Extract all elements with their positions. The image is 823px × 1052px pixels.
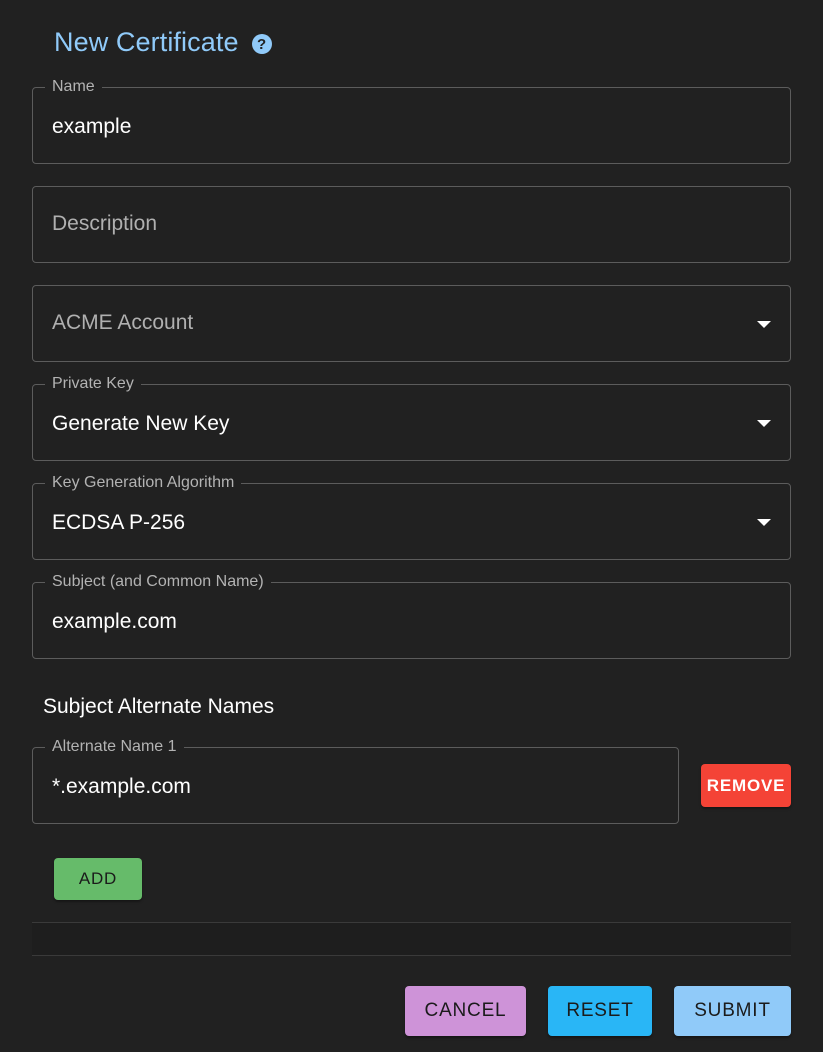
- alternate-name-field[interactable]: Alternate Name 1 *.example.com: [32, 738, 679, 824]
- name-field[interactable]: Name example: [32, 78, 791, 164]
- name-label: Name: [45, 78, 102, 96]
- question-circle-icon[interactable]: ?: [251, 34, 272, 54]
- key-algorithm-select[interactable]: Key Generation Algorithm ECDSA P-256: [32, 474, 791, 560]
- chevron-down-icon[interactable]: [757, 321, 771, 328]
- remove-button[interactable]: REMOVE: [701, 764, 791, 807]
- private-key-select[interactable]: Private Key Generate New Key: [32, 375, 791, 461]
- page-title: New Certificate: [54, 26, 239, 57]
- cancel-button[interactable]: CANCEL: [405, 986, 526, 1036]
- alternate-name-input[interactable]: *.example.com: [52, 774, 191, 800]
- key-algorithm-value: ECDSA P-256: [52, 511, 186, 534]
- private-key-value: Generate New Key: [52, 412, 230, 435]
- key-algorithm-label: Key Generation Algorithm: [45, 474, 242, 492]
- acme-account-placeholder: ACME Account: [52, 311, 194, 334]
- acme-account-select[interactable]: ACME Account: [32, 285, 791, 362]
- new-certificate-form: New Certificate ? Name example Descripti…: [0, 0, 823, 1052]
- submit-button[interactable]: SUBMIT: [674, 986, 791, 1036]
- subject-label: Subject (and Common Name): [45, 573, 271, 591]
- alt-names-heading: Subject Alternate Names: [43, 695, 275, 718]
- subject-input[interactable]: example.com: [52, 609, 177, 635]
- divider: [32, 922, 791, 956]
- add-button[interactable]: ADD: [54, 858, 142, 900]
- title-row: New Certificate ?: [54, 24, 272, 60]
- private-key-label: Private Key: [45, 375, 141, 393]
- reset-button[interactable]: RESET: [548, 986, 652, 1036]
- description-field[interactable]: Description: [32, 186, 791, 263]
- description-input[interactable]: Description: [52, 211, 157, 237]
- alternate-name-label: Alternate Name 1: [45, 738, 184, 756]
- chevron-down-icon[interactable]: [757, 420, 771, 427]
- subject-field[interactable]: Subject (and Common Name) example.com: [32, 573, 791, 659]
- name-input[interactable]: example: [52, 114, 131, 140]
- chevron-down-icon[interactable]: [757, 519, 771, 526]
